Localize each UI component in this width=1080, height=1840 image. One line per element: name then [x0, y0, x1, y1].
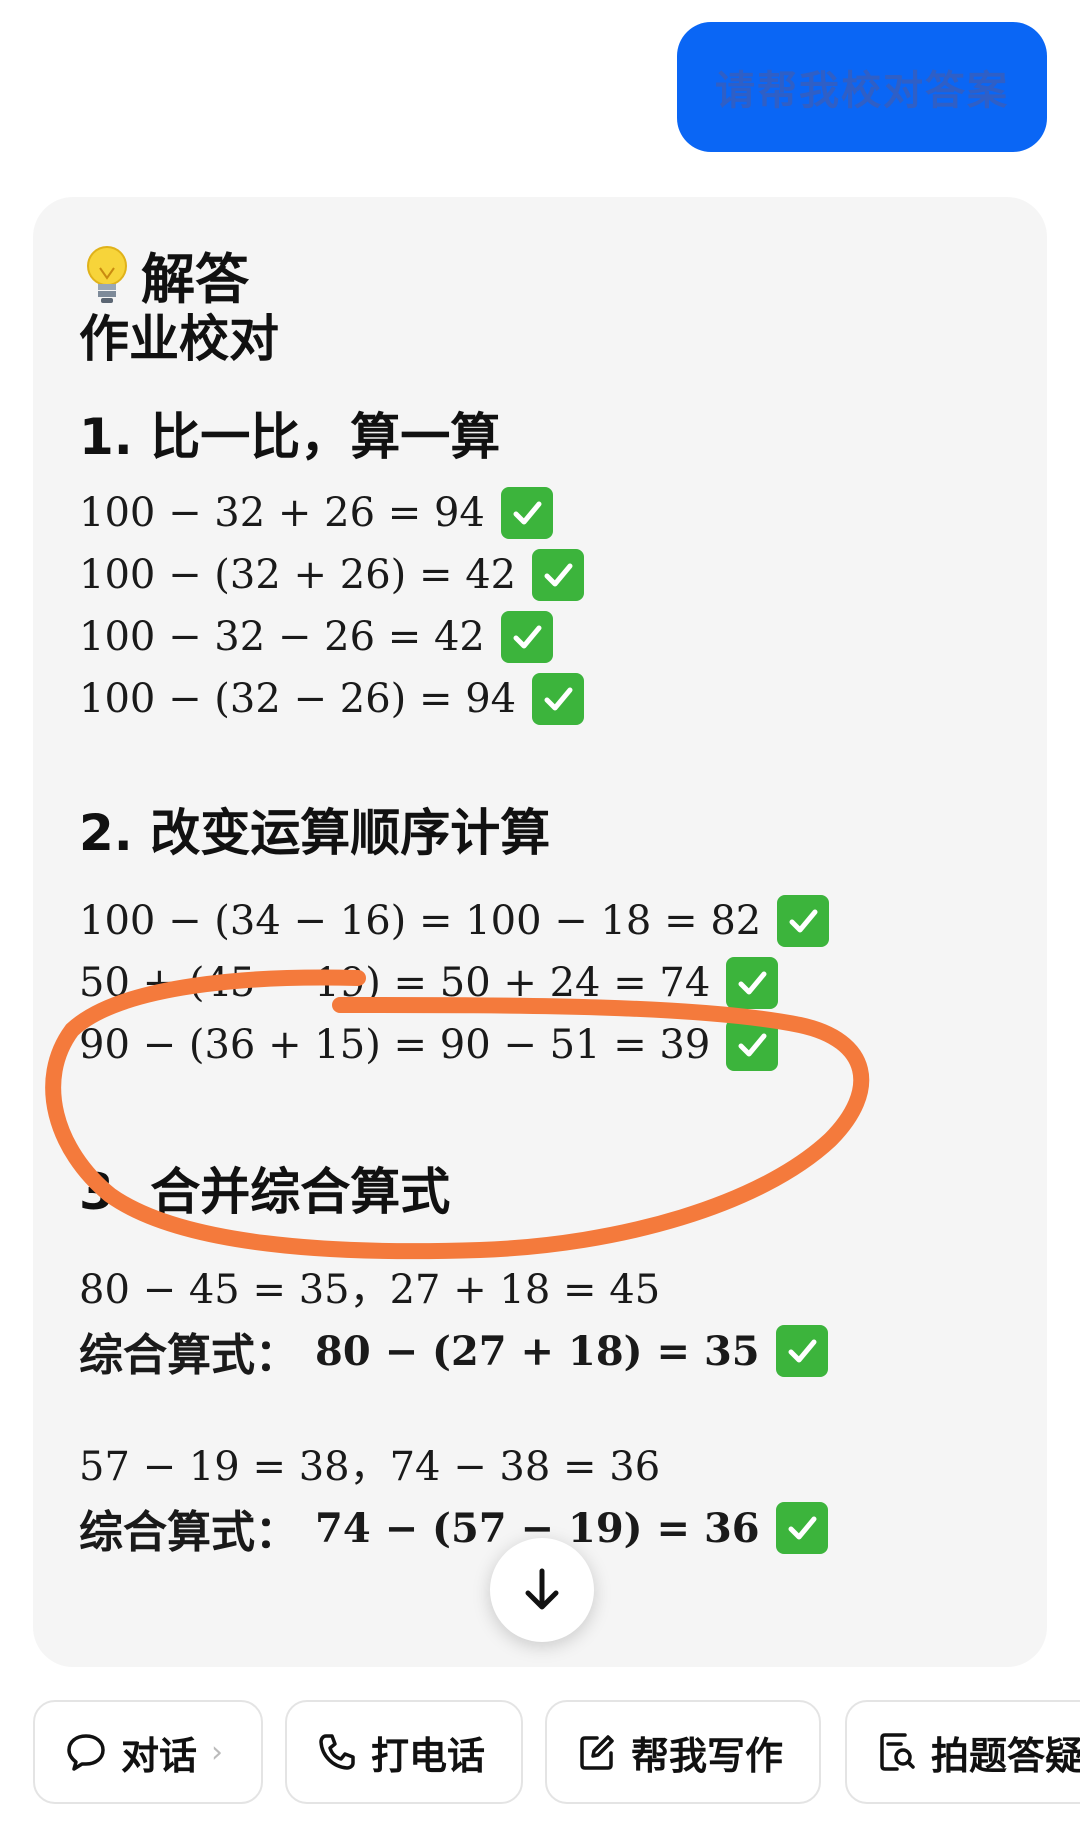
photo-answer-chip[interactable]: 拍题答疑 [845, 1700, 1080, 1804]
equation-text: 90 − (36 + 15) = 90 − 51 = 39 [79, 1022, 711, 1068]
equation-text: 100 − 32 + 26 = 94 [79, 490, 485, 536]
help-me-write-chip[interactable]: 帮我写作 [545, 1700, 821, 1804]
step-equation: 57 − 19 = 38，74 − 38 = 36 [79, 1434, 660, 1492]
equation-row: 100 − (32 − 26) = 94 [79, 673, 585, 725]
equation-row: 50 + (45 − 19) = 50 + 24 = 74 [79, 957, 779, 1009]
combined-label: 综合算式： [79, 1507, 299, 1558]
check-mark-icon [726, 957, 779, 1009]
chip-label: 帮我写作 [631, 1733, 784, 1778]
check-mark-icon [532, 549, 585, 601]
scroll-down-button[interactable] [490, 1538, 594, 1642]
step-equation: 80 − 45 = 35，27 + 18 = 45 [79, 1257, 660, 1315]
arrow-down-icon [525, 1568, 559, 1610]
chip-label: 对话 [121, 1733, 198, 1778]
section-heading: 3. 合并综合算式 [79, 1163, 451, 1221]
phone-call-chip[interactable]: 打电话 [285, 1700, 523, 1804]
check-mark-icon [777, 895, 830, 947]
answer-card: 解答 作业校对 1. 比一比，算一算 100 − 32 + 26 = 94 10… [33, 197, 1047, 1667]
equation-text: 100 − 32 − 26 = 42 [79, 614, 485, 660]
equation-text: 50 + (45 − 19) = 50 + 24 = 74 [79, 960, 711, 1006]
check-mark-icon [500, 611, 553, 663]
user-message-text: 请帮我校对答案 [715, 68, 1009, 114]
equation-text: 100 − (32 − 26) = 94 [79, 676, 517, 722]
equation-text: 80 − 45 = 35，27 + 18 = 45 [79, 1267, 661, 1313]
equation-row: 100 − 32 − 26 = 42 [79, 611, 553, 663]
chat-bubble-icon [67, 1734, 105, 1771]
section-heading: 2. 改变运算顺序计算 [79, 804, 551, 862]
check-mark-icon [775, 1502, 828, 1554]
equation-row: 100 − (34 − 16) = 100 − 18 = 82 [79, 895, 830, 947]
user-message-bubble: 请帮我校对答案 [677, 22, 1047, 152]
equation-row: 100 − 32 + 26 = 94 [79, 487, 553, 539]
equation-text: 100 − (32 + 26) = 42 [79, 552, 517, 598]
quick-action-bar: 对话 › 打电话 帮我写作 拍题答疑 [0, 1700, 1080, 1810]
chip-label: 拍题答疑 [931, 1733, 1080, 1778]
chip-label: 打电话 [371, 1733, 486, 1778]
check-mark-icon [726, 1019, 779, 1071]
combined-label: 综合算式： [79, 1330, 299, 1381]
photo-search-icon [880, 1733, 915, 1771]
edit-icon [580, 1735, 614, 1770]
combined-equation-row: 综合算式： 74 − (57 − 19) = 36 [79, 1496, 828, 1560]
check-mark-icon [532, 673, 585, 725]
check-mark-icon [500, 487, 553, 539]
section-heading: 1. 比一比，算一算 [79, 408, 501, 466]
equation-row: 100 − (32 + 26) = 42 [79, 549, 585, 601]
equation-row: 90 − (36 + 15) = 90 − 51 = 39 [79, 1019, 779, 1071]
equation-text: 57 − 19 = 38，74 − 38 = 36 [79, 1444, 661, 1490]
answer-title: 作业校对 [79, 310, 279, 368]
chat-chip[interactable]: 对话 › [33, 1700, 263, 1804]
lightbulb-icon [83, 244, 131, 306]
combined-equation-row: 综合算式： 80 − (27 + 18) = 35 [79, 1319, 828, 1383]
check-mark-icon [775, 1325, 828, 1377]
phone-icon [319, 1734, 355, 1770]
chevron-right-icon: › [211, 1734, 224, 1770]
equation-text: 100 − (34 − 16) = 100 − 18 = 82 [79, 898, 762, 944]
combined-equation: 80 − (27 + 18) = 35 [315, 1327, 760, 1375]
